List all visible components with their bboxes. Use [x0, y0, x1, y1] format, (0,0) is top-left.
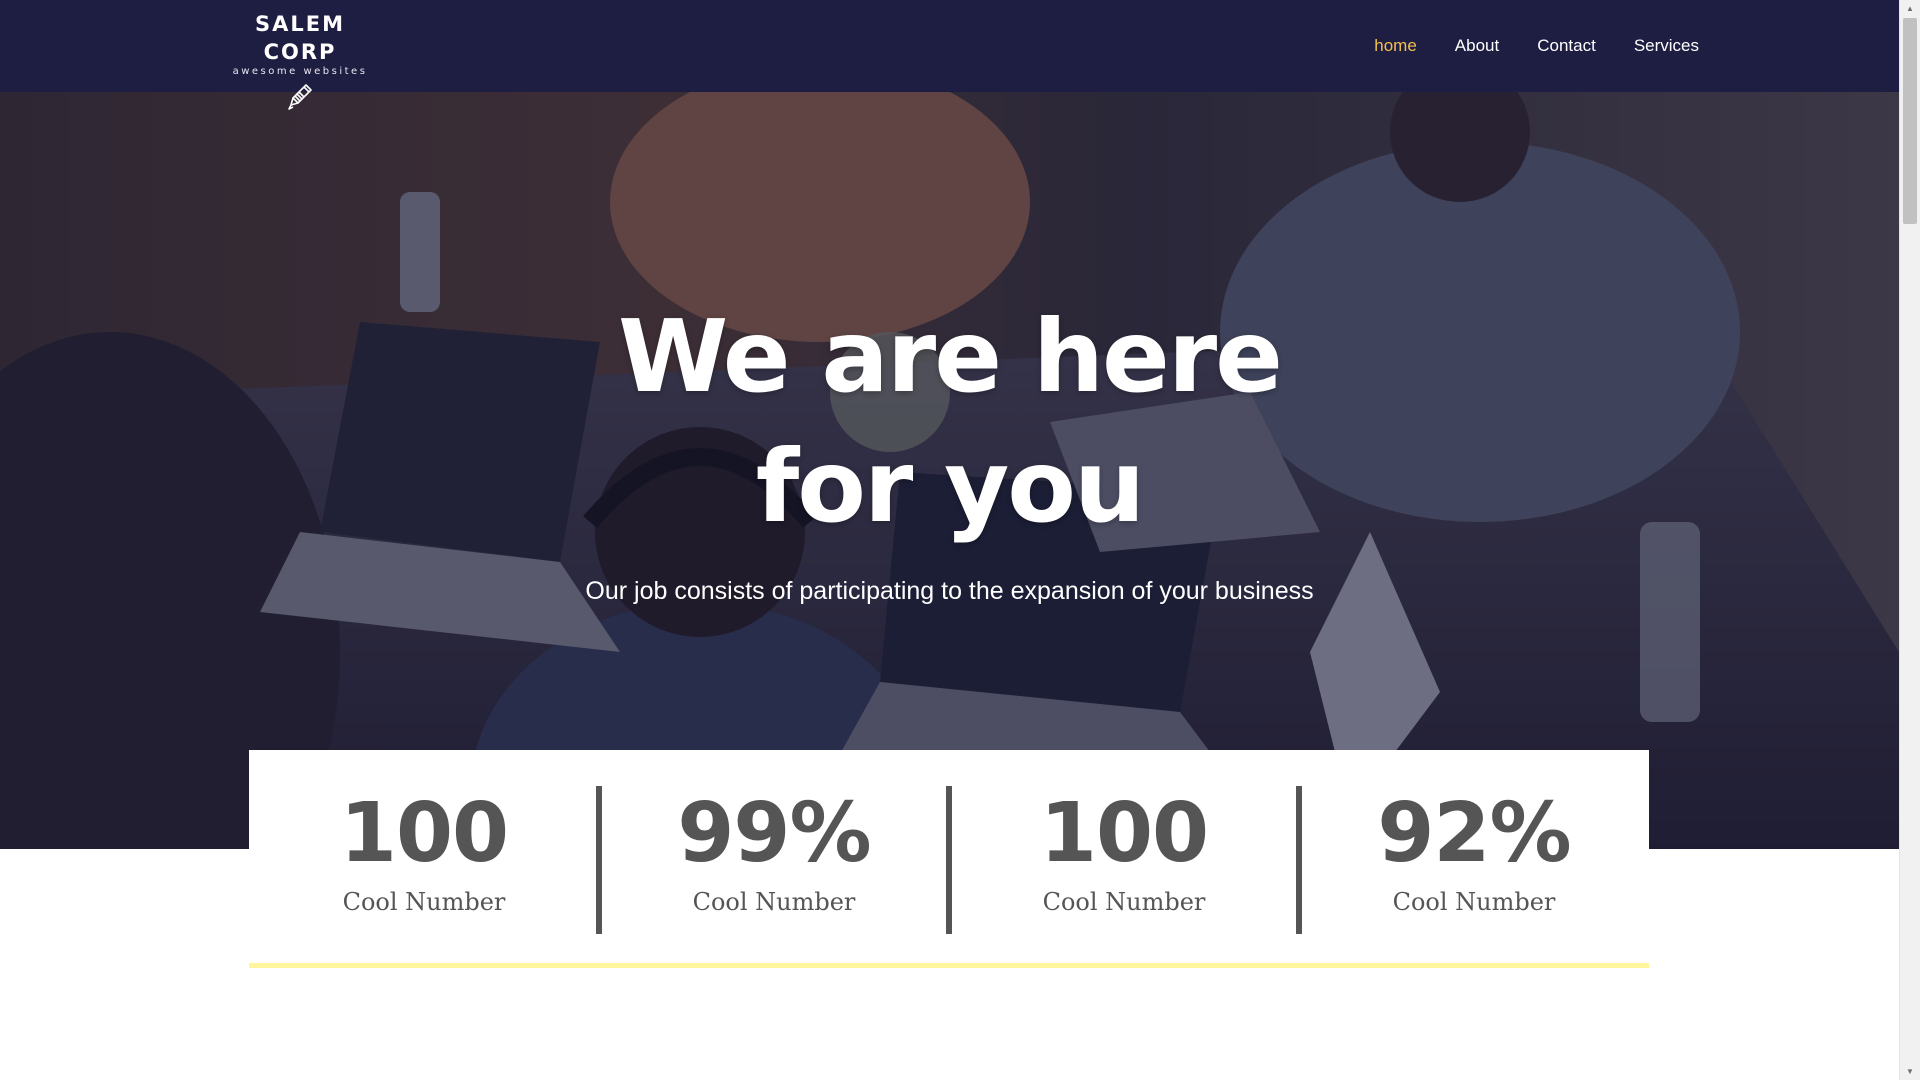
stat-label: Cool Number — [1042, 888, 1206, 916]
brand-name: SALEM CORP — [254, 12, 345, 64]
hero-title-line2: for you — [755, 428, 1145, 545]
scrollbar-thumb[interactable] — [1903, 18, 1917, 224]
hero-title-line1: We are here — [618, 298, 1283, 415]
stats-row: 100 Cool Number 99% Cool Number 100 Cool… — [249, 786, 1649, 934]
nav-link-services[interactable]: Services — [1634, 36, 1699, 56]
hero-section: We are here for you Our job consists of … — [0, 92, 1899, 849]
scroll-up-icon[interactable]: ▲ — [1900, 0, 1920, 17]
stat-value: 100 — [339, 786, 509, 881]
hero-title: We are here for you — [0, 92, 1899, 552]
stat-label: Cool Number — [342, 888, 506, 916]
pencil-icon — [288, 84, 312, 110]
stat-item: 92% Cool Number — [1296, 786, 1649, 934]
stat-label: Cool Number — [1392, 888, 1556, 916]
scroll-down-icon[interactable]: ▼ — [1900, 1063, 1920, 1080]
page: SALEM CORP awesome websites home About C… — [0, 0, 1920, 1080]
stats-section: 100 Cool Number 99% Cool Number 100 Cool… — [249, 750, 1649, 968]
hero-text: We are here for you Our job consists of … — [0, 92, 1899, 606]
nav-link-about[interactable]: About — [1455, 36, 1499, 56]
stat-item: 99% Cool Number — [596, 786, 949, 934]
stat-label: Cool Number — [692, 888, 856, 916]
stat-value: 99% — [677, 786, 871, 881]
stats-underline — [249, 963, 1649, 968]
stat-value: 92% — [1377, 786, 1571, 881]
brand-logo[interactable]: SALEM CORP awesome websites — [215, 10, 385, 110]
site-header: SALEM CORP awesome websites home About C… — [0, 0, 1899, 110]
brand-tagline: awesome websites — [232, 66, 368, 77]
main-nav: home About Contact Services — [1374, 0, 1699, 92]
page-scrollbar[interactable]: ▲ ▼ — [1899, 0, 1920, 1080]
stat-item: 100 Cool Number — [946, 786, 1299, 934]
stat-item: 100 Cool Number — [249, 786, 599, 934]
hero-subtitle: Our job consists of participating to the… — [585, 577, 1314, 605]
nav-link-home[interactable]: home — [1374, 36, 1417, 56]
stat-value: 100 — [1039, 786, 1209, 881]
nav-link-contact[interactable]: Contact — [1537, 36, 1596, 56]
